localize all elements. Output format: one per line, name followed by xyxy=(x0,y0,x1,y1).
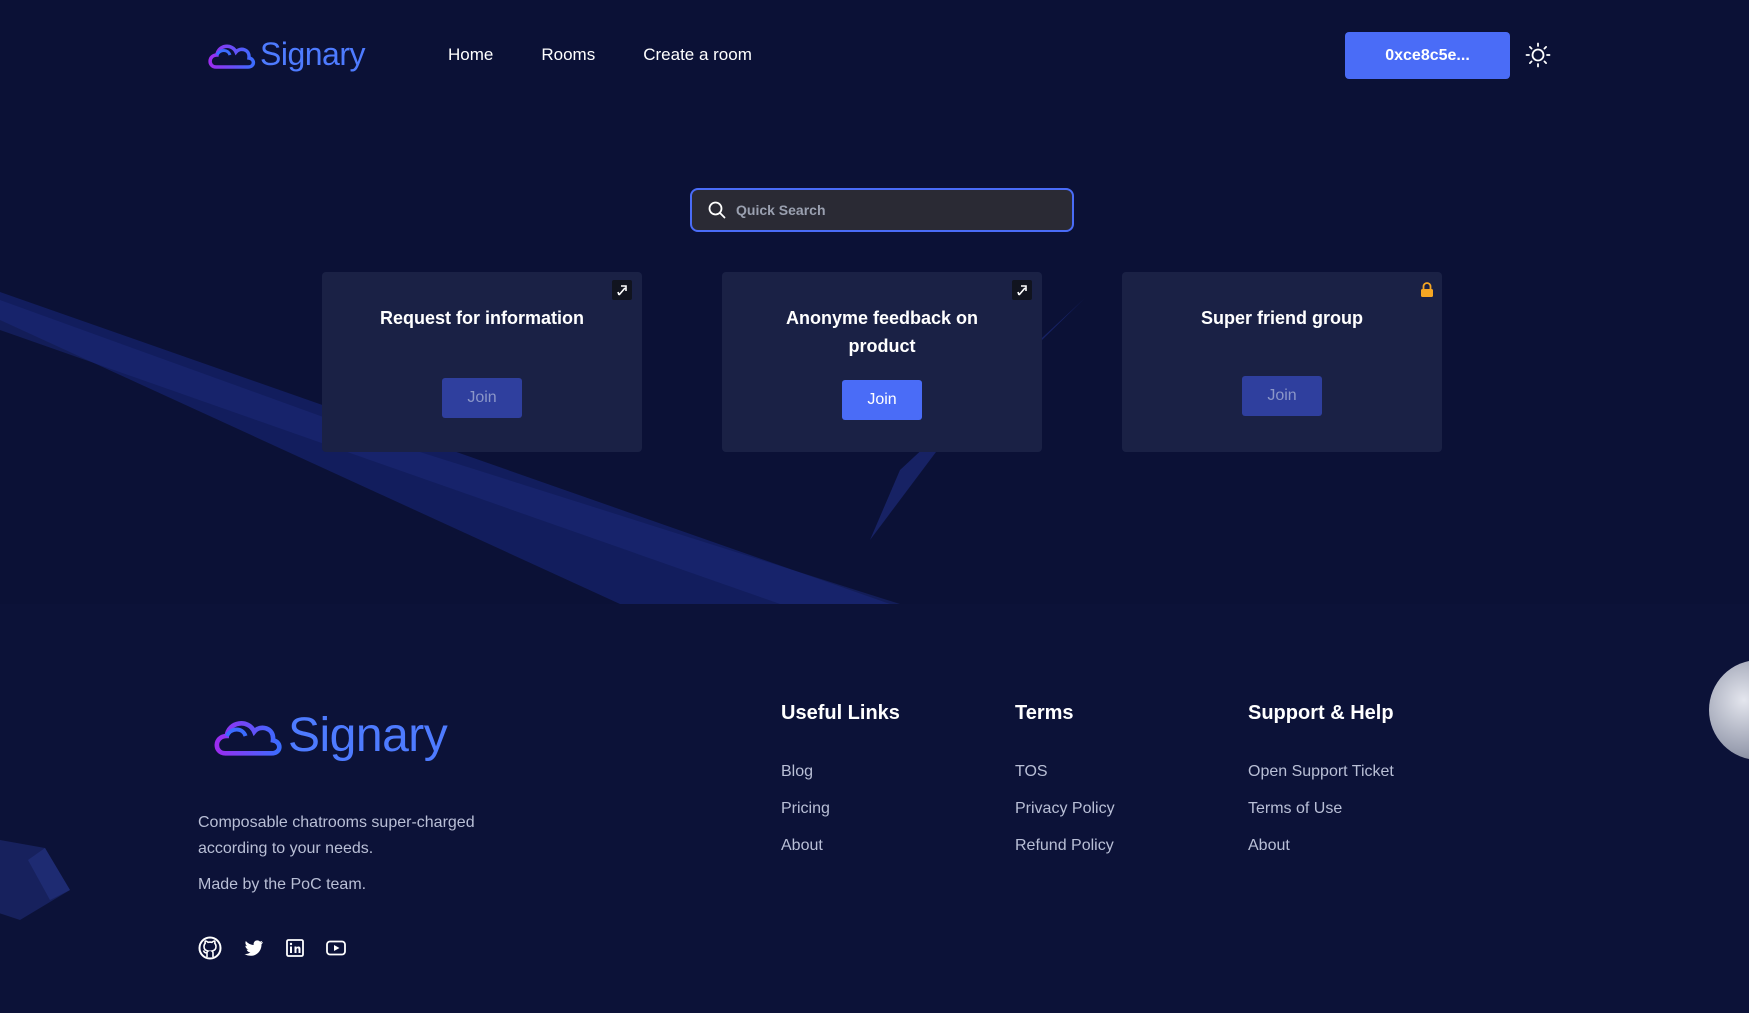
footer-logo[interactable]: Signary xyxy=(210,708,448,763)
footer-column-title: Terms xyxy=(1015,702,1074,724)
footer-column-useful-links: Useful Links Blog Pricing About xyxy=(781,702,900,874)
room-card: Super friend group Join xyxy=(1122,272,1442,452)
search-icon xyxy=(708,201,726,219)
social-links xyxy=(198,936,346,960)
logo-text: Signary xyxy=(288,709,448,762)
footer-link-support-ticket[interactable]: Open Support Ticket xyxy=(1248,763,1394,781)
footer-link-about-support[interactable]: About xyxy=(1248,837,1394,855)
join-room-button[interactable]: Join xyxy=(442,378,522,418)
room-title: Request for information xyxy=(379,308,584,328)
room-title: Anonyme feedback on product xyxy=(785,308,979,356)
footer-tagline: Composable chatrooms super-charged accor… xyxy=(198,814,475,857)
footer-link-privacy-policy[interactable]: Privacy Policy xyxy=(1015,800,1115,818)
github-icon[interactable] xyxy=(198,936,222,960)
sphere-decoration xyxy=(1709,660,1749,760)
site-header: Signary Home Rooms Create a room 0xce8c5… xyxy=(0,0,1749,112)
footer-link-blog[interactable]: Blog xyxy=(781,763,900,781)
footer-column-title: Support & Help xyxy=(1248,702,1394,724)
footer-link-about[interactable]: About xyxy=(781,837,900,855)
lock-icon xyxy=(1421,282,1433,297)
linkedin-icon[interactable] xyxy=(286,939,304,957)
wallet-address-button[interactable]: 0xce8c5e... xyxy=(1345,32,1510,79)
pin-icon xyxy=(1012,280,1032,300)
cube-decoration xyxy=(0,840,70,920)
footer-link-refund-policy[interactable]: Refund Policy xyxy=(1015,837,1115,855)
nav-home[interactable]: Home xyxy=(448,45,493,65)
quick-search-box[interactable] xyxy=(690,188,1074,232)
pin-icon xyxy=(612,280,632,300)
cloud-logo-icon xyxy=(208,44,256,69)
twitter-icon[interactable] xyxy=(244,939,264,957)
room-card: Request for information Join xyxy=(322,272,642,452)
main-nav: Home Rooms Create a room xyxy=(448,45,752,65)
footer-column-support: Support & Help Open Support Ticket Terms… xyxy=(1248,702,1394,874)
join-room-button[interactable]: Join xyxy=(842,380,922,420)
footer-column-title: Useful Links xyxy=(781,702,900,724)
cloud-logo-icon xyxy=(214,720,282,756)
join-room-button[interactable]: Join xyxy=(1242,376,1322,416)
nav-create-room[interactable]: Create a room xyxy=(643,45,752,65)
search-input[interactable] xyxy=(736,202,1056,218)
room-title: Super friend group xyxy=(1201,308,1363,328)
footer-column-terms: Terms TOS Privacy Policy Refund Policy xyxy=(1015,702,1115,874)
sun-icon[interactable] xyxy=(1525,42,1551,68)
room-card: Anonyme feedback on product Join xyxy=(722,272,1042,452)
footer-link-tos[interactable]: TOS xyxy=(1015,763,1115,781)
header-logo[interactable]: Signary xyxy=(206,36,366,73)
footer-link-terms-of-use[interactable]: Terms of Use xyxy=(1248,800,1394,818)
footer-made-by: Made by the PoC team. xyxy=(198,876,367,893)
youtube-icon[interactable] xyxy=(326,940,346,956)
site-footer: Signary Composable chatrooms super-charg… xyxy=(0,604,1749,1013)
nav-rooms[interactable]: Rooms xyxy=(541,45,595,65)
logo-text: Signary xyxy=(260,36,366,72)
footer-link-pricing[interactable]: Pricing xyxy=(781,800,900,818)
